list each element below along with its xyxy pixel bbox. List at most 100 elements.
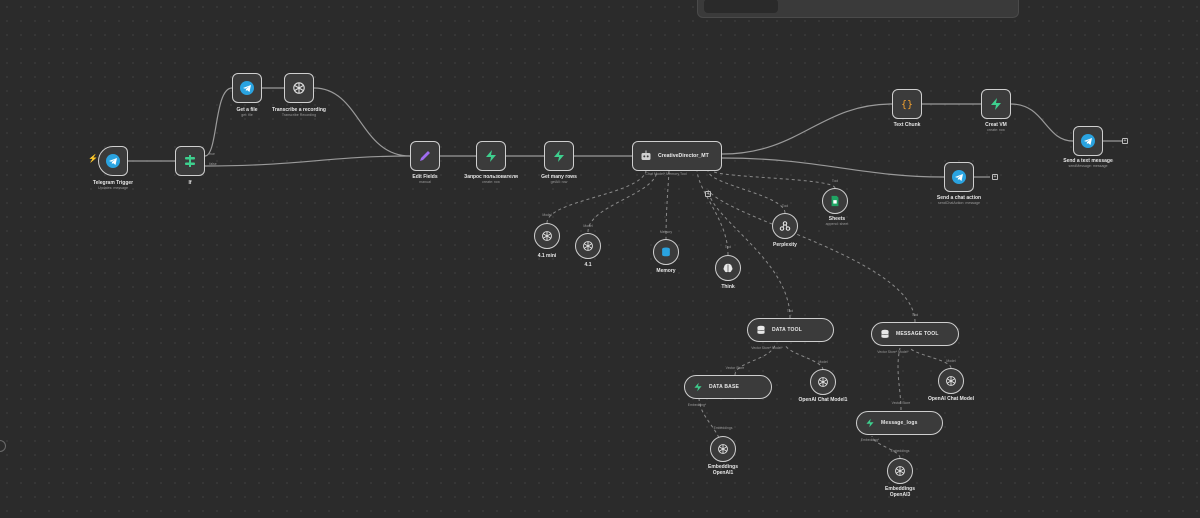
- add-tool-plus-icon[interactable]: +: [705, 191, 711, 197]
- telegram-icon: [240, 81, 254, 95]
- message-logs-title: Message_logs: [881, 420, 918, 426]
- node-title-line2: OpenAI3: [889, 492, 911, 498]
- openai-icon: [894, 465, 906, 477]
- model-41-node[interactable]: [575, 233, 601, 259]
- sheets-icon: [830, 195, 840, 207]
- message-tool-node[interactable]: MESSAGE TOOL: [871, 322, 959, 346]
- memory-port-label: Memory: [659, 230, 673, 234]
- sheets-label: Sheets append: sheet: [826, 216, 849, 227]
- if-false-port[interactable]: false: [209, 162, 216, 166]
- model-port-label: Model: [542, 213, 552, 217]
- model-41-label: 4.1: [585, 262, 592, 268]
- node-title: Perplexity: [773, 242, 797, 248]
- node-title: Think: [721, 284, 735, 290]
- telegram-icon: [1081, 134, 1095, 148]
- send-text-node[interactable]: [1073, 126, 1103, 156]
- add-node-plus-icon[interactable]: +: [1122, 138, 1128, 144]
- edit-fields-label: Edit Fields manual: [412, 174, 437, 185]
- get-rows-label: Get many rows getAll: row: [541, 174, 577, 185]
- supabase-icon: [693, 382, 703, 392]
- embeddings1-label: Embeddings OpenAI1: [708, 464, 738, 476]
- vector-store-port-label: Vector Store: [891, 401, 911, 405]
- top-toolbar: [697, 0, 1019, 18]
- model-41mini-node[interactable]: [534, 223, 560, 249]
- pencil-icon: [418, 149, 432, 163]
- send-text-label: Send a text message sendMessage: message: [1063, 158, 1112, 169]
- tool-port-label: Tool: [911, 313, 919, 317]
- tool-port-label: Tool: [781, 204, 789, 208]
- node-title: OpenAI Chat Model1: [798, 397, 848, 403]
- embeddings-port-label: Embeddings: [890, 449, 910, 453]
- data-tool-node[interactable]: DATA TOOL: [747, 318, 834, 342]
- edit-fields-node[interactable]: [410, 141, 440, 171]
- data-base-node[interactable]: DATA BASE: [684, 375, 772, 399]
- think-node[interactable]: [715, 255, 741, 281]
- supabase-icon: [989, 97, 1003, 111]
- node-title: OpenAI Chat Model: [927, 396, 975, 402]
- message-logs-node[interactable]: Message_logs: [856, 411, 943, 435]
- code-icon: {}: [900, 97, 914, 111]
- sheets-node[interactable]: [822, 188, 848, 214]
- send-chat-action-node[interactable]: [944, 162, 974, 192]
- node-title: 4.1 mini: [537, 253, 557, 259]
- get-rows-node[interactable]: [544, 141, 574, 171]
- think-label: Think: [721, 284, 734, 290]
- svg-text:{}: {}: [901, 100, 913, 111]
- perplexity-node[interactable]: [772, 213, 798, 239]
- model-port-label: Model: [583, 224, 593, 228]
- message-tool-title: MESSAGE TOOL: [896, 331, 939, 337]
- node-title: Text Chunk: [893, 122, 921, 128]
- openai-chat-model1-node[interactable]: [810, 369, 836, 395]
- supabase-icon: [552, 149, 566, 163]
- toolbar-segment[interactable]: [704, 0, 778, 13]
- add-node-plus-icon[interactable]: +: [992, 174, 998, 180]
- agent-ports-label: Chat Model* Memory Tool: [645, 172, 686, 177]
- openai-icon: [945, 375, 957, 387]
- node-title: Memory: [656, 268, 676, 274]
- openai-chat-model-node[interactable]: [938, 368, 964, 394]
- node-subtitle: getAll: row: [550, 180, 568, 184]
- embeddings1-node[interactable]: [710, 436, 736, 462]
- robot-icon: [639, 149, 653, 163]
- send-chat-action-label: Send a chat action sendChatAction: messa…: [937, 195, 981, 206]
- openai-icon: [717, 443, 729, 455]
- text-chunk-node[interactable]: {}: [892, 89, 922, 119]
- transcribe-label: Transcribe a recording Transcribe Record…: [272, 107, 326, 118]
- if-node[interactable]: [175, 146, 205, 176]
- openai-chat-model-label: OpenAI Chat Model: [928, 396, 974, 402]
- database-icon: [660, 246, 672, 258]
- tool-port-label: Tool: [786, 309, 794, 313]
- if-true-port[interactable]: true: [209, 152, 215, 156]
- transcribe-node[interactable]: [284, 73, 314, 103]
- node-subtitle: create: row: [482, 180, 500, 184]
- embeddings3-node[interactable]: [887, 458, 913, 484]
- data-tool-title: DATA TOOL: [772, 327, 802, 333]
- data-tool-ports: Vector Store* Model*: [751, 346, 783, 350]
- create-vm-node[interactable]: [981, 89, 1011, 119]
- agent-title: CreativeDirector_MT: [658, 153, 709, 159]
- text-chunk-label: Text Chunk: [894, 122, 921, 128]
- embeddings3-label: Embeddings OpenAI3: [885, 486, 915, 498]
- node-title-line2: OpenAI1: [712, 470, 734, 476]
- node-subtitle: sendMessage: message: [1068, 164, 1108, 168]
- telegram-icon: [952, 170, 966, 184]
- data-base-title: DATA BASE: [709, 384, 740, 390]
- brain-icon: [722, 262, 734, 274]
- node-subtitle: get: file: [241, 113, 253, 117]
- memory-node[interactable]: [653, 239, 679, 265]
- telegram-icon: [106, 154, 120, 168]
- if-label: If: [188, 180, 191, 186]
- node-title: If: [188, 180, 192, 186]
- telegram-trigger-node[interactable]: [98, 146, 128, 176]
- get-file-node[interactable]: [232, 73, 262, 103]
- supabase-icon: [865, 418, 875, 428]
- connections-layer: [128, 87, 1122, 459]
- stack-icon: [880, 329, 890, 339]
- openai-icon: [541, 230, 553, 242]
- telegram-trigger-label: Telegram Trigger Updates: message: [93, 180, 133, 191]
- vector-store-port-label: Vector Store: [725, 366, 745, 370]
- agent-node[interactable]: CreativeDirector_MT: [632, 141, 722, 171]
- zapros-node[interactable]: [476, 141, 506, 171]
- node-subtitle: create: row: [987, 128, 1005, 132]
- get-file-label: Get a file get: file: [236, 107, 257, 118]
